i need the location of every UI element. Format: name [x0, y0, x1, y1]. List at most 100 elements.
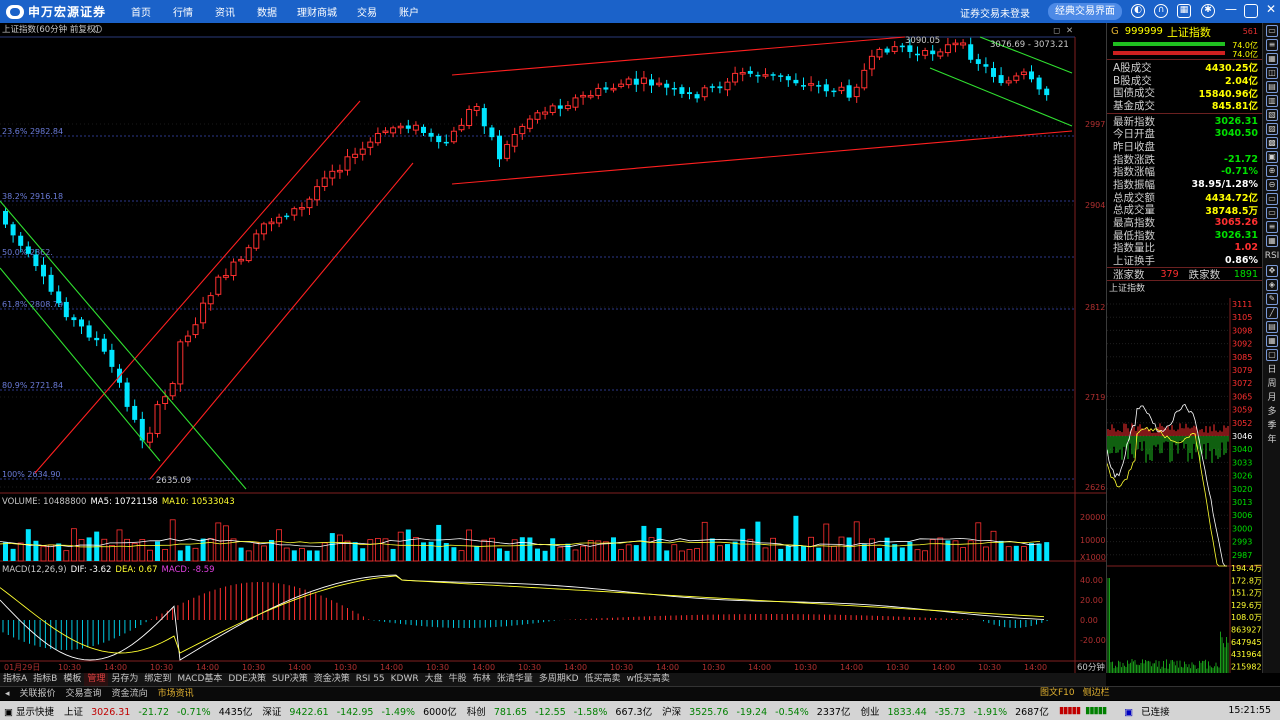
layout-icon[interactable]: ▩ [1266, 137, 1278, 149]
indicator-tab[interactable]: MACD基本 [174, 673, 225, 686]
candle-up [640, 77, 647, 84]
cy-index[interactable]: 创业 1833.44 -35.73 -1.91% 2687亿 [860, 704, 1053, 718]
sidebar-period-5[interactable]: 季 [1263, 419, 1280, 433]
zoom-in-icon[interactable]: ⊕ [1266, 165, 1278, 177]
close-icon[interactable]: ✕ [1264, 3, 1278, 18]
minimize-icon[interactable]: — [1224, 3, 1238, 18]
settings-icon[interactable]: ✱ [1201, 4, 1215, 18]
filter-icon[interactable]: ▨ [1266, 123, 1278, 135]
sidebar-period-1[interactable]: 日 [1263, 363, 1280, 377]
sidebar-toggle[interactable]: 侧边栏 [1083, 688, 1110, 698]
quote-value: 0.86% [1225, 255, 1258, 267]
candle-up [952, 42, 959, 46]
mini-volume-label: 129.6万 [1231, 601, 1262, 610]
headset-icon[interactable]: ∩ [1154, 4, 1168, 18]
square-icon[interactable]: ▢ [1266, 349, 1278, 361]
indicator-tab[interactable]: 牛股 [446, 673, 470, 686]
candle-up [853, 86, 860, 98]
sh-index[interactable]: 上证 3026.31 -21.72 -0.71% 4435亿 [64, 704, 257, 718]
connection-status[interactable]: ▣ 已连接 [1124, 704, 1175, 718]
info-tab[interactable]: 市场资讯 [153, 687, 199, 700]
candle-down [983, 64, 989, 67]
bar-icon[interactable]: ▤ [1266, 81, 1278, 93]
nav-quotes[interactable]: 行情 [162, 4, 204, 19]
sidebar-text-rsi[interactable]: RSI [1263, 249, 1280, 263]
sidebar-period-3[interactable]: 月 [1263, 391, 1280, 405]
info-tab[interactable]: 资金流向 [107, 687, 153, 700]
sidebar-period-4[interactable]: 多 [1263, 405, 1280, 419]
tab-arrow-icon[interactable]: ◂ [0, 687, 15, 700]
indicator-tab[interactable]: RSI 55 [353, 673, 388, 686]
hs-index[interactable]: 沪深 3525.76 -19.24 -0.54% 2337亿 [662, 704, 855, 718]
window-icon[interactable]: ▭ [1266, 207, 1278, 219]
indicator-tab[interactable]: 资金决策 [311, 673, 353, 686]
nav-account[interactable]: 账户 [388, 4, 430, 19]
sidebar-period-6[interactable]: 年 [1263, 433, 1280, 447]
indicator-tab[interactable]: KDWR [388, 673, 422, 686]
indicator-tab[interactable]: 大盘 [422, 673, 446, 686]
pane-menu-icon[interactable]: ◻ [1053, 26, 1060, 36]
quote-value: 845.81亿 [1211, 101, 1258, 113]
maximize-icon[interactable] [1244, 4, 1258, 18]
candle-down [770, 74, 776, 76]
period-label[interactable]: 60分钟 [1077, 662, 1105, 673]
line-icon[interactable]: ╱ [1266, 307, 1278, 319]
volume-bar-down [611, 537, 616, 561]
indicator-tab[interactable]: 多周期KD [536, 673, 582, 686]
indicator-tab[interactable]: 另存为 [108, 673, 141, 686]
mini-volume-label: 215982 [1231, 662, 1262, 671]
indicator-tab[interactable]: 张清华量 [494, 673, 536, 686]
indicator-tab[interactable]: SUP决策 [269, 673, 311, 686]
time-axis-label: 14:00 [656, 663, 679, 672]
chart-icon[interactable]: ◫ [1266, 67, 1278, 79]
indicator-tab[interactable]: 绑定到 [141, 673, 174, 686]
nav-data[interactable]: 数据 [246, 4, 288, 19]
sz-index[interactable]: 深证 9422.61 -142.95 -1.49% 6000亿 [262, 704, 461, 718]
kline-chart[interactable]: 上证指数(60分钟 前复权) ◻ ✕ 23.6% 2982.84 38.2% 29… [0, 23, 1106, 673]
classic-trade-button[interactable]: 经典交易界面 [1048, 3, 1122, 20]
grid-icon[interactable]: ▦ [1266, 53, 1278, 65]
indicator-tab[interactable]: 指标A [0, 673, 30, 686]
draw-icon[interactable]: ◈ [1266, 279, 1278, 291]
login-status[interactable]: 证券交易未登录 [960, 5, 1030, 20]
move-icon[interactable]: ✥ [1266, 265, 1278, 277]
zoom-out-icon[interactable]: ⊖ [1266, 179, 1278, 191]
list-icon[interactable]: ≡ [1266, 39, 1278, 51]
f10-link[interactable]: 图文F10 [1040, 688, 1075, 698]
compare-icon[interactable]: ▣ [1266, 151, 1278, 163]
layers-icon[interactable]: ▤ [1266, 321, 1278, 333]
clock: 15:21:55 [1228, 705, 1271, 716]
candle-up [329, 170, 336, 179]
pen-icon[interactable]: ✎ [1266, 293, 1278, 305]
indicator-tab[interactable]: 管理 [84, 673, 109, 686]
intraday-mini-chart[interactable]: 3111 3105 3098 3092 3085 3079 3072 3065 3059 3052… [1107, 298, 1263, 673]
indicator-tab[interactable]: 布林 [470, 673, 494, 686]
table-icon[interactable]: ▧ [1266, 109, 1278, 121]
ruler-icon[interactable]: ▭ [1266, 193, 1278, 205]
quick-toggle[interactable]: ▣ 显示快捷 [4, 704, 59, 718]
list-icon[interactable]: ≡ [1266, 221, 1278, 233]
indicator-tab[interactable]: w低买高卖 [624, 673, 673, 686]
detail-icon[interactable]: ▥ [1266, 95, 1278, 107]
indicator-tab[interactable]: 模板 [60, 673, 84, 686]
volume-bar-down [504, 550, 510, 561]
nav-news[interactable]: 资讯 [204, 4, 246, 19]
grid-icon[interactable]: ▦ [1266, 335, 1278, 347]
kc-index[interactable]: 科创 781.65 -12.55 -1.58% 667.3亿 [467, 704, 657, 718]
nav-home[interactable]: 首页 [120, 4, 162, 19]
skin-icon[interactable]: ◐ [1131, 4, 1145, 18]
indicator-tab[interactable]: 指标B [30, 673, 60, 686]
window-icon[interactable]: ▭ [1266, 25, 1278, 37]
indicator-tab[interactable]: 低买高卖 [582, 673, 624, 686]
info-tab[interactable]: 交易查询 [61, 687, 107, 700]
sidebar-period-2[interactable]: 周 [1263, 377, 1280, 391]
pane-close-icon[interactable]: ✕ [1066, 26, 1073, 36]
calculator-icon[interactable]: ▦ [1177, 4, 1191, 18]
info-tab[interactable]: 关联报价 [15, 687, 61, 700]
range-label: 3076.69 - 3073.21 [990, 40, 1069, 50]
advance-decline-row: 涨家数 379 跌家数 1891 [1107, 267, 1262, 281]
grid-icon[interactable]: ▦ [1266, 235, 1278, 247]
nav-wealth-mall[interactable]: 理财商城 [288, 4, 346, 19]
indicator-tab[interactable]: DDE决策 [225, 673, 269, 686]
nav-trade[interactable]: 交易 [346, 4, 388, 19]
